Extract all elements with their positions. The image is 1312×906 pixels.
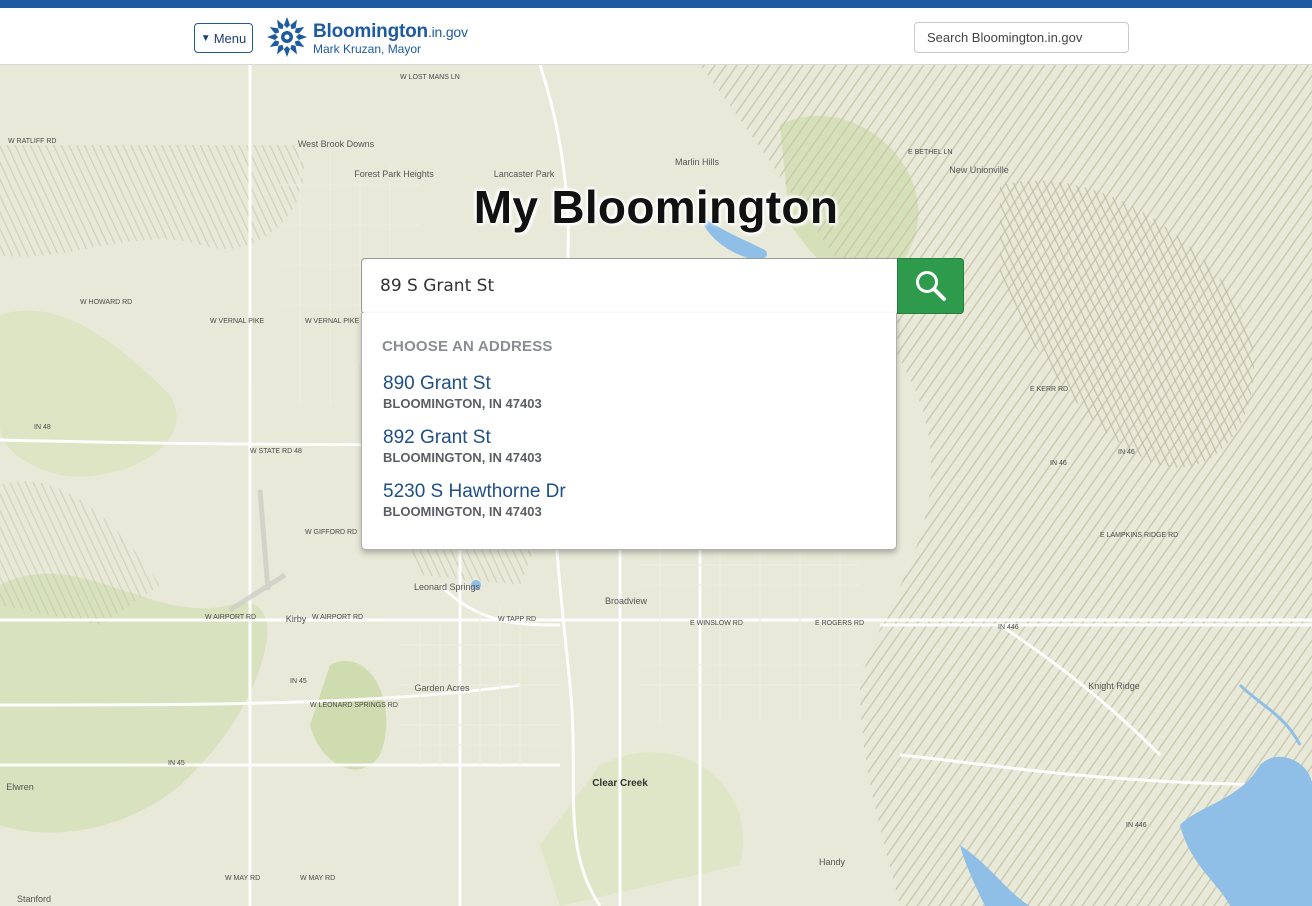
map-label: E ROGERS RD bbox=[815, 620, 864, 627]
map-label: IN 48 bbox=[34, 424, 51, 431]
suggestion-city: BLOOMINGTON, IN 47403 bbox=[383, 450, 542, 465]
map-label: W GIFFORD RD bbox=[305, 529, 357, 536]
map-place: Elwren bbox=[6, 782, 34, 792]
map-label: IN 45 bbox=[168, 760, 185, 767]
map-label: IN 46 bbox=[1118, 449, 1135, 456]
suggestion-city: BLOOMINGTON, IN 47403 bbox=[383, 396, 542, 411]
map-place: Stanford bbox=[17, 894, 51, 904]
map-label: W MAY RD bbox=[300, 875, 335, 882]
site-search-input[interactable] bbox=[914, 22, 1129, 53]
map-label: W LOST MANS LN bbox=[400, 74, 460, 81]
map-label: W VERNAL PIKE bbox=[210, 318, 265, 325]
map-label: IN 446 bbox=[998, 624, 1019, 631]
logo-name: Bloomington.in.gov bbox=[313, 21, 468, 42]
map-label: IN 46 bbox=[1050, 460, 1067, 467]
suggestions-heading: CHOOSE AN ADDRESS bbox=[382, 338, 553, 355]
suggestion-street: 890 Grant St bbox=[383, 373, 491, 394]
menu-button[interactable]: ▼ Menu bbox=[194, 23, 253, 53]
map-label: W VERNAL PIKE bbox=[305, 318, 360, 325]
map-label: W RATLIFF RD bbox=[8, 138, 56, 145]
suggestion-item[interactable]: 5230 S Hawthorne Dr BLOOMINGTON, IN 4740… bbox=[383, 481, 863, 519]
map-label: E BETHEL LN bbox=[908, 149, 952, 156]
map-place: Broadview bbox=[605, 596, 648, 606]
map-label: W HOWARD RD bbox=[80, 299, 132, 306]
map-place: West Brook Downs bbox=[298, 139, 375, 149]
map-label: IN 45 bbox=[290, 678, 307, 685]
page-title: My Bloomington bbox=[473, 181, 839, 233]
city-logo-icon[interactable] bbox=[266, 16, 308, 58]
address-input[interactable] bbox=[361, 258, 898, 314]
menu-button-label: Menu bbox=[213, 30, 247, 46]
map-place: Leonard Springs bbox=[414, 582, 481, 592]
magnifier-icon bbox=[915, 271, 946, 301]
map-place: Clear Creek bbox=[592, 778, 648, 789]
map-label: IN 446 bbox=[1126, 822, 1147, 829]
map-label: W TAPP RD bbox=[498, 616, 536, 623]
map-place: New Unionville bbox=[949, 165, 1009, 175]
map-place: Lancaster Park bbox=[494, 169, 555, 179]
map-place: Garden Acres bbox=[414, 683, 470, 693]
map-label: W AIRPORT RD bbox=[312, 614, 363, 621]
map-label: E KERR RD bbox=[1030, 386, 1068, 393]
suggestion-street: 5230 S Hawthorne Dr bbox=[383, 481, 566, 502]
search-button[interactable] bbox=[897, 258, 964, 314]
map-place: Handy bbox=[819, 857, 846, 867]
address-suggestions: CHOOSE AN ADDRESS 890 Grant St BLOOMINGT… bbox=[361, 313, 897, 550]
caret-down-icon: ▼ bbox=[200, 32, 211, 44]
suggestion-street: 892 Grant St bbox=[383, 427, 491, 448]
map-label: W STATE RD 48 bbox=[250, 448, 302, 455]
map-place: Kirby bbox=[286, 614, 307, 624]
map-place: Knight Ridge bbox=[1088, 681, 1140, 691]
map-place: Marlin Hills bbox=[675, 157, 720, 167]
address-search bbox=[361, 258, 964, 314]
map-label: W MAY RD bbox=[225, 875, 260, 882]
map-label: E LAMPKINS RIDGE RD bbox=[1100, 532, 1178, 539]
map-label: E WINSLOW RD bbox=[690, 620, 743, 627]
map-place: Forest Park Heights bbox=[354, 169, 434, 179]
logo-text[interactable]: Bloomington.in.gov Mark Kruzan, Mayor bbox=[313, 21, 468, 56]
suggestion-item[interactable]: 892 Grant St BLOOMINGTON, IN 47403 bbox=[383, 427, 863, 465]
suggestion-item[interactable]: 890 Grant St BLOOMINGTON, IN 47403 bbox=[383, 373, 863, 411]
site-header: ▼ Menu Bloomington.in.gov Mark Kruzan, M… bbox=[0, 8, 1312, 65]
logo-subtitle: Mark Kruzan, Mayor bbox=[313, 42, 422, 56]
map-label: W LEONARD SPRINGS RD bbox=[310, 702, 398, 709]
top-accent-bar bbox=[0, 0, 1312, 8]
suggestion-city: BLOOMINGTON, IN 47403 bbox=[383, 504, 542, 519]
map-label: W AIRPORT RD bbox=[205, 614, 256, 621]
